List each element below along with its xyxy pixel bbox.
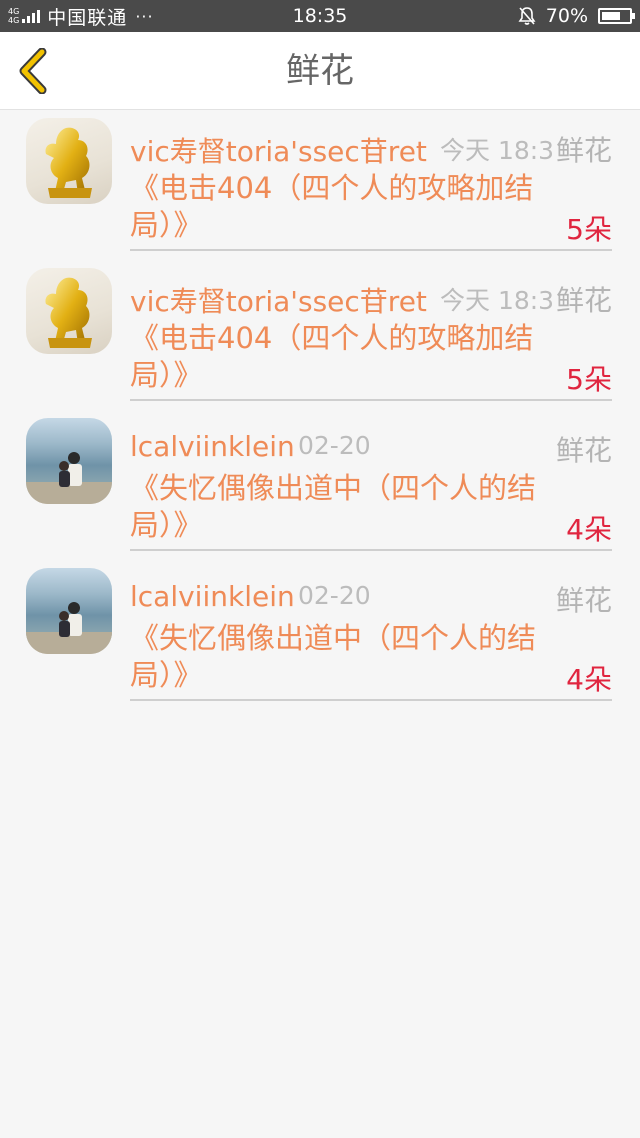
status-right: 70% [518,0,635,32]
battery-icon [598,8,635,24]
gift-type: 鲜花 [555,434,612,467]
divider [130,699,612,701]
list-item[interactable]: lcalviinklein 02-20 鲜花 《失忆偶像出道中（四个人的结局）》… [0,560,640,710]
status-bar: 4G 4G 中国联通 ··· 18:35 70% [0,0,640,32]
flower-list: vic寿督toria'ssec苷ret 今天 18:3 鲜花 《电击404（四个… [0,110,640,710]
gift-type: 鲜花 [555,584,612,617]
battery-percent: 70% [545,5,588,27]
page-title: 鲜花 [286,51,354,91]
send-time: 02-20 [298,431,371,460]
sender-name: vic寿督toria'ssec苷ret [130,135,427,168]
sender-name: lcalviinklein [130,430,295,463]
send-time: 02-20 [298,581,371,610]
beach-photo-image [26,602,112,654]
flower-count: 4朵 [566,513,612,546]
avatar[interactable] [26,568,112,654]
list-item[interactable]: vic寿督toria'ssec苷ret 今天 18:3 鲜花 《电击404（四个… [0,110,640,260]
divider [130,399,612,401]
beach-photo-image [26,452,112,504]
divider [130,549,612,551]
flower-count: 5朵 [566,363,612,396]
gift-type: 鲜花 [555,284,612,317]
avatar[interactable] [26,268,112,354]
avatar[interactable] [26,118,112,204]
nav-bar: 鲜花 [0,32,640,110]
list-item[interactable]: vic寿督toria'ssec苷ret 今天 18:3 鲜花 《电击404（四个… [0,260,640,410]
avatar[interactable] [26,418,112,504]
divider [130,249,612,251]
sender-name: lcalviinklein [130,580,295,613]
sender-name: vic寿督toria'ssec苷ret [130,285,427,318]
book-title[interactable]: 《失忆偶像出道中（四个人的结局）》 [130,470,550,544]
flower-count: 4朵 [566,663,612,696]
send-time: 今天 18:3 [440,286,555,315]
battery-fill [602,12,620,20]
bell-muted-icon [518,6,536,26]
book-title[interactable]: 《电击404（四个人的攻略加结局）》 [130,320,550,394]
book-title[interactable]: 《电击404（四个人的攻略加结局）》 [130,170,550,244]
golden-horse-image [45,127,92,198]
send-time: 今天 18:3 [440,136,555,165]
list-item[interactable]: lcalviinklein 02-20 鲜花 《失忆偶像出道中（四个人的结局）》… [0,410,640,560]
flower-count: 5朵 [566,213,612,246]
book-title[interactable]: 《失忆偶像出道中（四个人的结局）》 [130,620,550,694]
golden-horse-image [45,277,92,348]
gift-type: 鲜花 [555,134,612,167]
